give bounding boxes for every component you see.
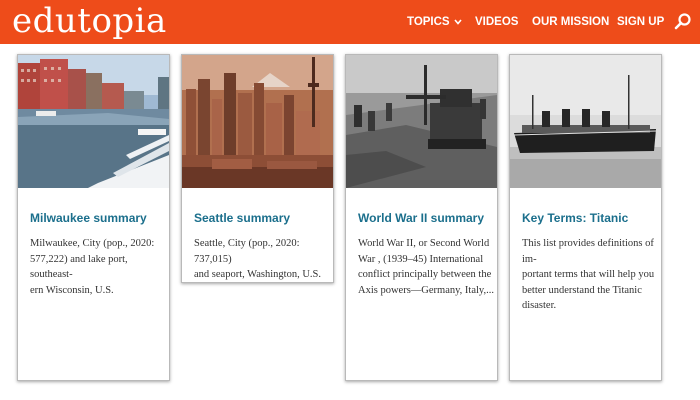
card-summary: This list provides definitions of im- po…	[522, 238, 655, 311]
site-header: edutopia TOPICS VIDEOS OUR MISSION SIGN …	[0, 0, 700, 44]
site-logo[interactable]: edutopia	[12, 1, 167, 41]
article-card-world-war-ii[interactable]: World War II summary World War II, or Se…	[345, 54, 498, 381]
milwaukee-harbor-image	[18, 55, 169, 188]
nav-topics-label[interactable]: TOPICS	[407, 16, 450, 28]
seattle-skyline-image	[182, 55, 333, 188]
nav-sign-up[interactable]: SIGN UP	[617, 16, 664, 28]
card-title[interactable]: Key Terms: Titanic	[522, 211, 628, 225]
card-title[interactable]: Seattle summary	[194, 211, 290, 225]
card-summary: Milwaukee, City (pop., 2020: 577,222) an…	[30, 238, 155, 296]
article-card-titanic[interactable]: Key Terms: Titanic This list provides de…	[509, 54, 662, 381]
nav-videos[interactable]: VIDEOS	[475, 16, 518, 28]
article-card-milwaukee[interactable]: Milwaukee summary Milwaukee, City (pop.,…	[17, 54, 170, 381]
nav-topics[interactable]: TOPICS	[407, 0, 462, 44]
article-card-seattle[interactable]: Seattle summary Seattle, City (pop., 202…	[181, 54, 334, 283]
titanic-ship-image	[510, 55, 661, 188]
nav-our-mission[interactable]: OUR MISSION	[532, 16, 609, 28]
card-title[interactable]: World War II summary	[358, 211, 484, 225]
search-icon[interactable]	[674, 12, 692, 30]
card-title[interactable]: Milwaukee summary	[30, 211, 147, 225]
card-summary: Seattle, City (pop., 2020: 737,015) and …	[194, 238, 321, 280]
chevron-down-icon	[454, 19, 462, 25]
ww2-tank-image	[346, 55, 497, 188]
card-summary: World War II, or Second World War , (193…	[358, 238, 494, 296]
